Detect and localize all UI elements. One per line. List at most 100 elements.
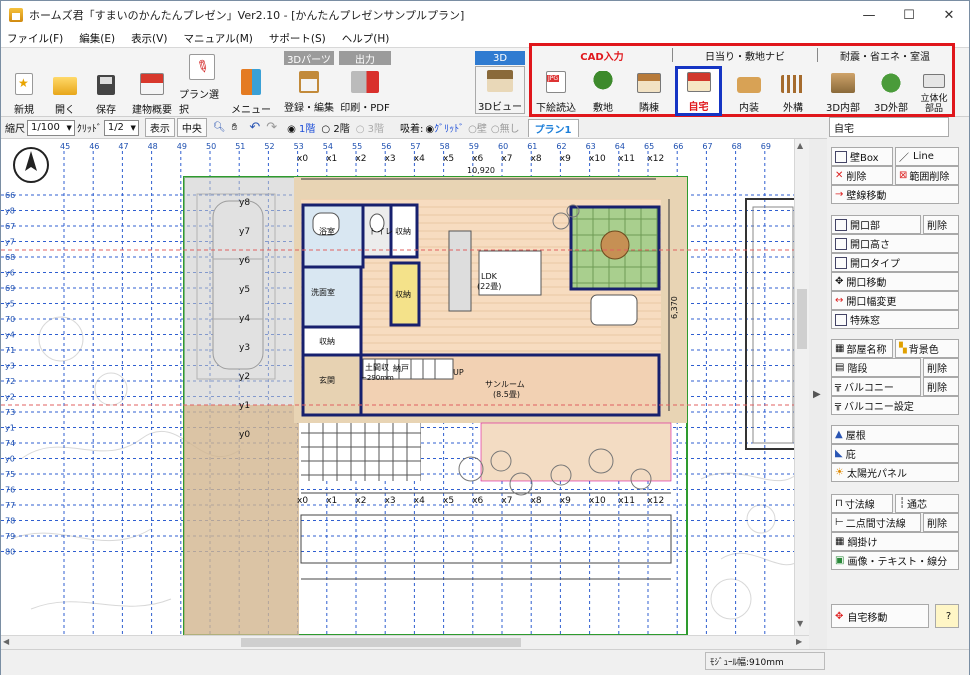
dimension-line-button[interactable]: ⊓ 寸法線: [831, 494, 893, 513]
show-button[interactable]: 表示: [144, 118, 175, 137]
panel-splitter[interactable]: ▶: [809, 139, 827, 649]
minimize-button[interactable]: —: [849, 1, 889, 29]
balcony-icon: ╦: [835, 381, 842, 392]
interior-3d-button[interactable]: 3D内部: [820, 64, 866, 114]
menu-edit[interactable]: 編集(E): [79, 31, 115, 46]
plan-canvas[interactable]: 45 46 47 48 49 50 51 52 53 54 55 56 57 58 59 60 61 62 63 64…: [1, 139, 809, 635]
balcony-delete-button[interactable]: 削除: [923, 377, 959, 396]
balcony-button[interactable]: ╦ バルコニー: [831, 377, 921, 396]
vertical-scrollbar[interactable]: ▲ ▼: [794, 139, 809, 635]
interior-3d-icon: [831, 73, 855, 93]
background-color-button[interactable]: ▚ 背景色: [895, 339, 959, 358]
house-icon: [140, 73, 164, 95]
underlay-load-button[interactable]: JPG 下絵読込: [534, 64, 578, 114]
3d-parts-button[interactable]: 立体化部品: [914, 64, 954, 114]
roof-button[interactable]: ▲ 屋根: [831, 425, 959, 444]
line-icon: ／: [899, 153, 909, 164]
wall-delete-button[interactable]: ✕ 削除: [831, 166, 893, 185]
snap-wall-radio[interactable]: ○壁: [468, 120, 487, 135]
exterior-3d-button[interactable]: 3D外部: [868, 64, 914, 114]
floor1-radio[interactable]: ◉ 1階: [287, 120, 315, 135]
maximize-button[interactable]: ☐: [889, 1, 929, 29]
top-ruler-label: 45: [60, 142, 70, 151]
y-axis-label: y1: [239, 401, 250, 411]
room-name-button[interactable]: ▦ 部屋名称: [831, 339, 893, 358]
site-button[interactable]: 敷地: [582, 64, 624, 114]
zoom-icon[interactable]: 🔍︎: [213, 122, 226, 133]
stairs-delete-button[interactable]: 削除: [923, 358, 959, 377]
center-button[interactable]: 中央: [176, 118, 207, 137]
save-button[interactable]: 保存: [89, 52, 123, 116]
help-button[interactable]: ?: [935, 604, 959, 628]
own-house-button[interactable]: 自宅: [675, 66, 722, 116]
floor3-radio[interactable]: ○ 3階: [356, 120, 384, 135]
neighbor-button[interactable]: 隣棟: [628, 64, 670, 114]
menu-support[interactable]: サポート(S): [269, 31, 326, 46]
hscroll-thumb[interactable]: [241, 638, 521, 647]
grid-select[interactable]: 1/2: [103, 119, 139, 136]
hatching-button[interactable]: ▦ 綱掛け: [831, 532, 959, 551]
opening-button[interactable]: 開口部: [831, 215, 921, 234]
menu-help[interactable]: ヘルプ(H): [342, 31, 390, 46]
move-house-button[interactable]: ✥ 自宅移動: [831, 604, 929, 628]
two-point-dimension-button[interactable]: ⊢ 二点間寸法線: [831, 513, 921, 532]
opening-width-button[interactable]: ↔ 開口幅変更: [831, 291, 959, 310]
hatching-label: 綱掛け: [847, 538, 878, 549]
balcony-settings-button[interactable]: ╦ バルコニー設定: [831, 396, 959, 415]
floor-plan-svg: 45 46 47 48 49 50 51 52 53 54 55 56 57 58 59 60 61 62 63 64…: [1, 142, 802, 635]
dimension-delete-button[interactable]: 削除: [923, 513, 959, 532]
parts3d-edit-button[interactable]: 登録・編集: [284, 66, 334, 114]
sun-icon: ☀: [835, 467, 844, 478]
vscroll-thumb[interactable]: [797, 289, 807, 349]
wall-delete-label: 削除: [846, 172, 867, 183]
grid-axis-button[interactable]: ┆ 通芯: [895, 494, 959, 513]
menu-manual[interactable]: マニュアル(M): [183, 31, 252, 46]
menu-button[interactable]: メニュー: [231, 52, 271, 116]
wall-box-button[interactable]: 壁Box: [831, 147, 893, 166]
left-ruler-label: y0: [5, 455, 15, 464]
image-text-line-button[interactable]: ▣ 画像・テキスト・線分: [831, 551, 959, 570]
opening-delete-button[interactable]: 削除: [923, 215, 959, 234]
exterior-button[interactable]: 外構: [772, 64, 814, 114]
solar-panel-button[interactable]: ☀ 太陽光パネル: [831, 463, 959, 482]
menu-view[interactable]: 表示(V): [131, 31, 167, 46]
own-house-panel-tab[interactable]: 自宅: [829, 117, 949, 137]
fence-icon: [781, 75, 805, 93]
horizontal-scrollbar[interactable]: ◀ ▶: [1, 635, 809, 649]
plan1-tab[interactable]: プラン1: [527, 118, 579, 137]
x-axis-label-lower: x4: [414, 496, 425, 506]
line-button[interactable]: ／ Line: [895, 147, 959, 166]
opening-move-button[interactable]: ✥ 開口移動: [831, 272, 959, 291]
plan-select-button[interactable]: ✎ プラン選択: [179, 52, 225, 116]
own-house-label: 自宅: [688, 102, 709, 113]
redo-icon[interactable]: ↷: [266, 120, 277, 135]
eaves-button[interactable]: ◣ 庇: [831, 444, 959, 463]
x-axis-label-lower: x10: [589, 496, 606, 506]
open-button[interactable]: 開く: [47, 52, 83, 116]
x-axis-label: x3: [385, 154, 396, 164]
menu-file[interactable]: ファイル(F): [7, 31, 63, 46]
collapse-arrow-icon[interactable]: ▶: [813, 389, 821, 400]
special-window-button[interactable]: 特殊窓: [831, 310, 959, 329]
interior-button[interactable]: 内装: [728, 64, 770, 114]
room-bath-label: 浴室: [319, 226, 335, 236]
snap-grid-radio[interactable]: ◉ｸﾞﾘｯﾄﾞ: [425, 120, 464, 135]
module-width-status: ﾓｼﾞｭｰﾙ幅:910mm: [705, 652, 825, 670]
opening-height-button[interactable]: 開口高さ: [831, 234, 959, 253]
scale-select[interactable]: 1/100: [27, 119, 75, 136]
floor2-radio[interactable]: ○ 2階: [321, 120, 349, 135]
top-ruler-label: 66: [673, 142, 683, 151]
overview-button[interactable]: 建物概要: [129, 52, 175, 116]
close-button[interactable]: ✕: [929, 1, 969, 29]
print-pdf-button[interactable]: 印刷・PDF: [339, 66, 391, 114]
wall-move-button[interactable]: → 壁線移動: [831, 185, 959, 204]
undo-icon[interactable]: ↶: [249, 120, 260, 135]
3d-parts-label: 立体化部品: [920, 94, 948, 114]
pan-hand-icon[interactable]: ✋︎: [232, 122, 238, 133]
stairs-button[interactable]: ▤ 階段: [831, 358, 921, 377]
snap-none-radio[interactable]: ○無し: [491, 120, 520, 135]
range-delete-button[interactable]: ⊠ 範囲削除: [895, 166, 959, 185]
new-button[interactable]: ★ 新規: [7, 52, 41, 116]
view3d-button[interactable]: 3Dビュー: [475, 66, 525, 114]
opening-type-button[interactable]: 開口タイプ: [831, 253, 959, 272]
